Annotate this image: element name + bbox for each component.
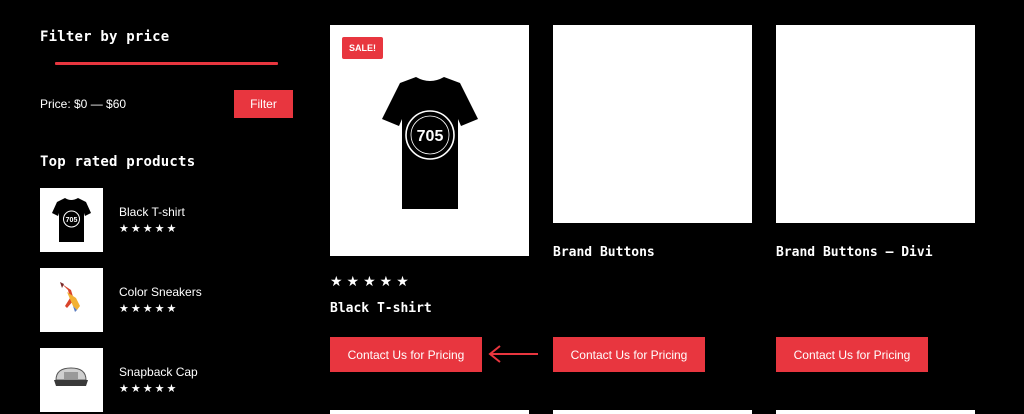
next-row-product-image [330,410,529,414]
cap-thumbnail[interactable] [40,348,103,412]
contact-for-pricing-button[interactable]: Contact Us for Pricing [330,337,482,372]
top-rated-item[interactable]: Snapback Cap ★★★★★ [40,348,300,412]
filter-button[interactable]: Filter [234,90,293,118]
contact-for-pricing-button[interactable]: Contact Us for Pricing [553,337,705,372]
rating-stars: ★★★★★ [119,303,179,315]
top-rated-name[interactable]: Snapback Cap [119,365,198,379]
product-title[interactable]: Brand Buttons – Divi [776,245,933,260]
rating-stars: ★★★★★ [330,273,413,289]
top-rated-name[interactable]: Black T-shirt [119,205,185,219]
price-range-label: Price: $0 — $60 [40,97,127,111]
top-rated-title: Top rated products [40,154,196,170]
rating-stars: ★★★★★ [119,223,179,235]
svg-text:705: 705 [66,217,78,224]
product-image[interactable]: 705 SALE! [330,25,529,256]
tshirt-icon: 705 [52,198,91,242]
sneakers-icon [60,282,80,312]
top-rated-item[interactable]: 705 Black T-shirt ★★★★★ [40,188,300,252]
arrow-left-icon [488,345,538,363]
product-image[interactable] [776,25,975,223]
sidebar: Filter by price Price: $0 — $60 Filter T… [0,0,300,414]
price-range-slider[interactable] [55,62,278,65]
product-image[interactable] [553,25,752,223]
sale-badge: SALE! [342,37,383,59]
tshirt-thumbnail[interactable]: 705 [40,188,103,252]
next-row-product-image [553,410,752,414]
contact-for-pricing-button[interactable]: Contact Us for Pricing [776,337,928,372]
top-rated-item[interactable]: Color Sneakers ★★★★★ [40,268,300,332]
top-rated-name[interactable]: Color Sneakers [119,285,202,299]
filter-by-price-title: Filter by price [40,29,170,45]
tshirt-icon: 705 [382,77,478,209]
rating-stars: ★★★★★ [119,383,179,395]
svg-text:705: 705 [417,128,444,145]
product-title[interactable]: Brand Buttons [553,245,655,260]
next-row-product-image [776,410,975,414]
cap-icon [54,367,88,386]
sneakers-thumbnail[interactable] [40,268,103,332]
product-title[interactable]: Black T-shirt [330,301,432,316]
